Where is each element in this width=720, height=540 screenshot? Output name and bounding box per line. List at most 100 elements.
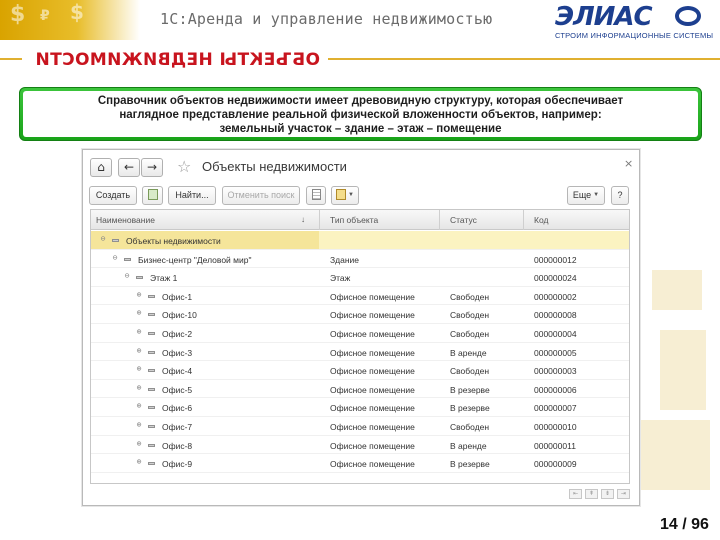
objects-table[interactable]: Наименование ↓ Тип объекта Статус Код ⊖ О… bbox=[90, 209, 630, 484]
expand-icon[interactable]: ⊕ bbox=[135, 458, 143, 466]
cell-name: Бизнес-центр "Деловой мир" bbox=[138, 254, 252, 265]
item-icon bbox=[148, 332, 155, 335]
star-icon[interactable]: ☆ bbox=[177, 157, 191, 176]
table-row[interactable]: ⊕ Офис-8 Офисное помещение В аренде 00000001… bbox=[91, 436, 629, 455]
cell-type: Офисное помещение bbox=[330, 329, 415, 339]
window-title: Объекты недвижимости bbox=[202, 159, 347, 174]
cell-code: 000000009 bbox=[534, 459, 577, 470]
background-decoration bbox=[640, 420, 710, 490]
table-row[interactable]: ⊕ Офис-1 Офисное помещение Свободен 00000000… bbox=[91, 287, 629, 306]
report-menu-button[interactable]: ▼ bbox=[331, 186, 359, 205]
help-label: ? bbox=[617, 190, 623, 200]
logo-ring-icon bbox=[675, 6, 701, 26]
cell-status: Свободен bbox=[450, 366, 490, 377]
cell-code: 000000011 bbox=[534, 440, 576, 451]
cell-name: Офис-1 bbox=[162, 291, 193, 302]
cell-type: Офисное помещение bbox=[330, 366, 415, 377]
cell-type: Офисное помещение bbox=[330, 403, 415, 414]
item-icon bbox=[148, 350, 155, 354]
close-icon[interactable]: × bbox=[624, 157, 633, 170]
table-row[interactable]: ⊕ Офис-3 Офисное помещение В аренде 00000000… bbox=[91, 343, 629, 362]
table-row[interactable]: ⊖ Объекты недвижимости bbox=[91, 231, 629, 250]
scroll-last-button[interactable]: ⇥ bbox=[617, 489, 630, 499]
create-copy-icon bbox=[147, 189, 158, 201]
background-decoration bbox=[660, 330, 706, 410]
cell-status: В аренде bbox=[450, 347, 487, 358]
sort-desc-icon[interactable]: ↓ bbox=[301, 215, 305, 224]
cell-type: Здание bbox=[330, 254, 359, 265]
table-row[interactable]: ⊕ Офис-2 Офисное помещение Свободен 00000000… bbox=[91, 324, 629, 343]
scroll-page-down-button[interactable]: ⇟ bbox=[601, 489, 614, 499]
home-button[interactable]: ⌂ bbox=[90, 158, 112, 177]
cell-code: 000000024 bbox=[534, 273, 577, 284]
forward-arrow-icon: → bbox=[146, 160, 158, 174]
list-mode-button[interactable] bbox=[306, 186, 326, 205]
gold-rule-right bbox=[328, 58, 720, 60]
table-row[interactable]: ⊕ Офис-7 Офисное помещение Свободен 00000001… bbox=[91, 417, 629, 436]
cell-code: 000000006 bbox=[534, 384, 577, 395]
collapse-icon[interactable]: ⊖ bbox=[111, 253, 119, 262]
forward-button[interactable]: → bbox=[141, 158, 163, 177]
cell-name: Офис-7 bbox=[162, 422, 193, 432]
table-row[interactable]: ⊕ Офис-5 Офисное помещение В резерве 0000000… bbox=[91, 380, 629, 399]
find-button[interactable]: Найти... bbox=[168, 186, 216, 205]
expand-icon[interactable]: ⊕ bbox=[135, 290, 143, 299]
cell-type: Этаж bbox=[330, 273, 351, 284]
catalog-window: ⌂ ← → ☆ Объекты недвижимости × Создать Н… bbox=[82, 149, 640, 506]
background-decoration bbox=[652, 270, 702, 310]
collapse-icon[interactable]: ⊖ bbox=[99, 235, 107, 243]
cell-type: Офисное помещение bbox=[330, 422, 415, 432]
create-button[interactable]: Создать bbox=[89, 186, 137, 205]
expand-icon[interactable]: ⊕ bbox=[135, 439, 143, 448]
expand-icon[interactable]: ⊕ bbox=[135, 309, 143, 317]
home-icon: ⌂ bbox=[97, 160, 105, 174]
expand-icon[interactable]: ⊕ bbox=[135, 421, 143, 429]
cancel-search-button[interactable]: Отменить поиск bbox=[222, 186, 300, 205]
cell-type: Офисное помещение bbox=[330, 291, 415, 302]
item-icon bbox=[112, 239, 119, 242]
help-button[interactable]: ? bbox=[611, 186, 629, 205]
cell-code: 000000004 bbox=[534, 329, 577, 339]
column-header-code[interactable]: Код bbox=[534, 215, 548, 225]
scroll-first-button[interactable]: ⇤ bbox=[569, 489, 582, 499]
item-icon bbox=[136, 276, 143, 280]
page-number: 14 / 96 bbox=[660, 516, 709, 533]
cancel-search-label: Отменить поиск bbox=[227, 190, 295, 200]
expand-icon[interactable]: ⊕ bbox=[135, 365, 143, 373]
scroll-page-up-button[interactable]: ⇞ bbox=[585, 489, 598, 499]
table-row[interactable]: ⊕ Офис-9 Офисное помещение В резерве 0000000… bbox=[91, 454, 629, 473]
collapse-icon[interactable]: ⊖ bbox=[123, 272, 131, 280]
column-header-status[interactable]: Статус bbox=[450, 215, 477, 225]
table-row[interactable]: ⊕ Офис-4 Офисное помещение Свободен 00000000… bbox=[91, 361, 629, 380]
cell-code: 000000003 bbox=[534, 366, 577, 377]
gold-corner-decoration: $ ₽ $ bbox=[0, 0, 140, 40]
item-icon bbox=[148, 369, 155, 373]
chevron-down-icon: ▼ bbox=[348, 192, 354, 199]
expand-icon[interactable]: ⊕ bbox=[135, 328, 143, 336]
back-arrow-icon: ← bbox=[123, 160, 135, 174]
table-row[interactable]: ⊖ Этаж 1 Этаж 000000024 bbox=[91, 268, 629, 287]
expand-icon[interactable]: ⊕ bbox=[135, 402, 143, 410]
expand-icon[interactable]: ⊕ bbox=[135, 383, 143, 392]
table-row[interactable]: ⊖ Бизнес-центр "Деловой мир" Здание 0000000… bbox=[91, 250, 629, 269]
back-button[interactable]: ← bbox=[118, 158, 140, 177]
table-row[interactable]: ⊕ Офис-6 Офисное помещение В резерве 0000000… bbox=[91, 398, 629, 417]
cell-name: Офис-8 bbox=[162, 440, 193, 451]
copy-button[interactable] bbox=[142, 186, 163, 205]
cell-status: В резерве bbox=[450, 459, 490, 470]
cell-type: Офисное помещение bbox=[330, 347, 415, 358]
item-icon bbox=[148, 406, 155, 410]
cell-status: В аренде bbox=[450, 440, 487, 451]
item-icon bbox=[148, 313, 155, 317]
column-header-name[interactable]: Наименование bbox=[96, 215, 155, 225]
expand-icon[interactable]: ⊕ bbox=[135, 346, 143, 355]
more-menu-button[interactable]: Еще ▼ bbox=[567, 186, 605, 205]
list-icon bbox=[311, 189, 321, 201]
column-header-type[interactable]: Тип объекта bbox=[330, 215, 378, 225]
cell-type: Офисное помещение bbox=[330, 384, 415, 395]
cell-name: Офис-3 bbox=[162, 347, 193, 358]
report-icon bbox=[336, 189, 347, 201]
callout-line-1: Справочник объектов недвижимости имеет д… bbox=[97, 95, 624, 107]
cell-code: 000000010 bbox=[534, 422, 577, 432]
table-row[interactable]: ⊕ Офис-10 Офисное помещение Свободен 0000000… bbox=[91, 305, 629, 324]
